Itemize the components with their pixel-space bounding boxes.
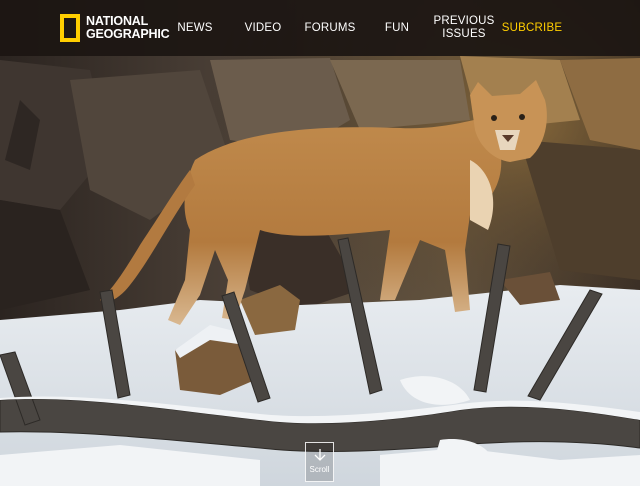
nav-item-label-line-1: PREVIOUS [433, 15, 495, 27]
nav-item-label: VIDEO [244, 21, 282, 34]
nav-item-label: PREVIOUS ISSUES [433, 15, 494, 41]
nav-item-label: NEWS [177, 21, 213, 34]
national-geographic-logo[interactable]: NATIONAL GEOGRAPHIC [60, 14, 170, 42]
nav-item-subscribe[interactable]: SUBCRIBE [502, 0, 562, 56]
nav-item-news[interactable]: NEWS [172, 0, 218, 56]
nav-item-label-line-2: ISSUES [442, 28, 486, 40]
scroll-label: Scroll [309, 465, 330, 474]
logo-line-2: GEOGRAPHIC [86, 27, 170, 41]
top-navigation-bar: NATIONAL GEOGRAPHIC NEWS VIDEO FORUMS FU… [0, 0, 640, 56]
nav-item-forums[interactable]: FORUMS [302, 0, 358, 56]
yellow-border-icon [60, 14, 80, 42]
nav-item-label: FUN [384, 21, 410, 34]
nav-item-video[interactable]: VIDEO [240, 0, 286, 56]
logo-wordmark: NATIONAL GEOGRAPHIC [86, 15, 170, 41]
arrow-down-icon [314, 449, 325, 461]
hero-image [0, 0, 640, 486]
nav-item-label: SUBCRIBE [501, 21, 563, 34]
nav-item-fun[interactable]: FUN [378, 0, 416, 56]
nav-item-label: FORUMS [304, 21, 356, 34]
nav-item-previous-issues[interactable]: PREVIOUS ISSUES [432, 0, 496, 56]
scroll-button[interactable]: Scroll [305, 442, 334, 482]
cougar-photo [0, 0, 640, 486]
